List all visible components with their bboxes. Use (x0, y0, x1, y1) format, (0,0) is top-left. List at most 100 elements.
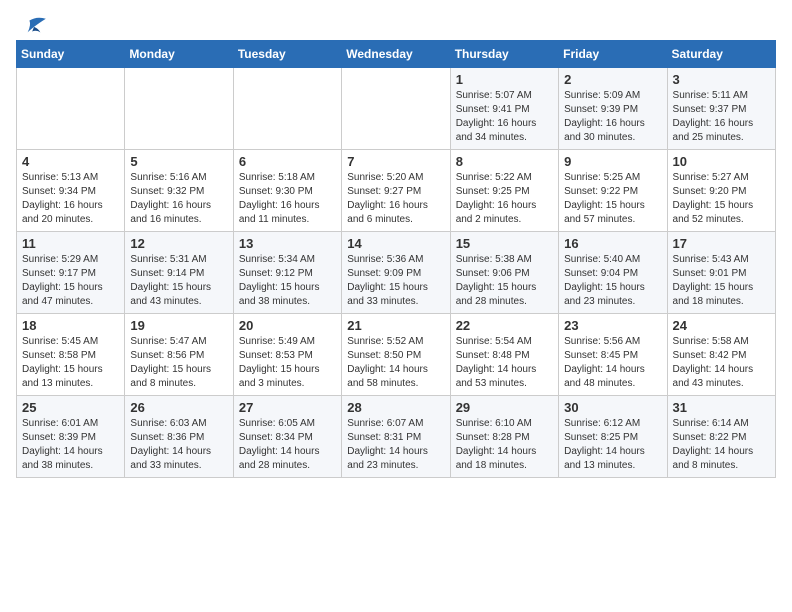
day-info: Sunrise: 6:10 AM Sunset: 8:28 PM Dayligh… (456, 417, 553, 473)
day-info: Sunrise: 5:36 AM Sunset: 9:09 PM Dayligh… (347, 253, 444, 309)
calendar-cell: 15 Sunrise: 5:38 AM Sunset: 9:06 PM Dayli… (450, 232, 558, 314)
calendar-cell: 5 Sunrise: 5:16 AM Sunset: 9:32 PM Daylig… (125, 150, 233, 232)
day-info: Sunrise: 6:05 AM Sunset: 8:34 PM Dayligh… (239, 417, 336, 473)
calendar-cell: 8 Sunrise: 5:22 AM Sunset: 9:25 PM Daylig… (450, 150, 558, 232)
day-info: Sunrise: 6:14 AM Sunset: 8:22 PM Dayligh… (673, 417, 770, 473)
day-number: 21 (347, 318, 444, 333)
day-header-sunday: Sunday (17, 41, 125, 68)
calendar-cell: 12 Sunrise: 5:31 AM Sunset: 9:14 PM Dayli… (125, 232, 233, 314)
day-number: 27 (239, 400, 336, 415)
day-number: 6 (239, 154, 336, 169)
calendar-cell: 16 Sunrise: 5:40 AM Sunset: 9:04 PM Dayli… (559, 232, 667, 314)
day-number: 23 (564, 318, 661, 333)
calendar-cell (17, 68, 125, 150)
day-info: Sunrise: 6:01 AM Sunset: 8:39 PM Dayligh… (22, 417, 119, 473)
day-number: 2 (564, 72, 661, 87)
calendar-cell: 18 Sunrise: 5:45 AM Sunset: 8:58 PM Dayli… (17, 314, 125, 396)
day-number: 9 (564, 154, 661, 169)
day-number: 20 (239, 318, 336, 333)
calendar-cell: 20 Sunrise: 5:49 AM Sunset: 8:53 PM Dayli… (233, 314, 341, 396)
calendar-cell (342, 68, 450, 150)
calendar-cell: 11Sunrise: 5:29 AM Sunset: 9:17 PM Dayli… (17, 232, 125, 314)
day-info: Sunrise: 5:45 AM Sunset: 8:58 PM Dayligh… (22, 335, 119, 391)
day-info: Sunrise: 5:11 AM Sunset: 9:37 PM Dayligh… (673, 89, 770, 145)
day-info: Sunrise: 5:27 AM Sunset: 9:20 PM Dayligh… (673, 171, 770, 227)
calendar-cell: 19 Sunrise: 5:47 AM Sunset: 8:56 PM Dayli… (125, 314, 233, 396)
calendar-cell (233, 68, 341, 150)
day-number: 1 (456, 72, 553, 87)
day-info: Sunrise: 6:07 AM Sunset: 8:31 PM Dayligh… (347, 417, 444, 473)
day-info: Sunrise: 5:13 AM Sunset: 9:34 PM Dayligh… (22, 171, 119, 227)
calendar-cell: 6 Sunrise: 5:18 AM Sunset: 9:30 PM Daylig… (233, 150, 341, 232)
day-number: 25 (22, 400, 119, 415)
calendar-cell: 28 Sunrise: 6:07 AM Sunset: 8:31 PM Dayli… (342, 396, 450, 478)
calendar-cell: 29 Sunrise: 6:10 AM Sunset: 8:28 PM Dayli… (450, 396, 558, 478)
day-number: 15 (456, 236, 553, 251)
day-info: Sunrise: 5:58 AM Sunset: 8:42 PM Dayligh… (673, 335, 770, 391)
day-number: 14 (347, 236, 444, 251)
calendar-cell: 4 Sunrise: 5:13 AM Sunset: 9:34 PM Daylig… (17, 150, 125, 232)
day-number: 5 (130, 154, 227, 169)
page-header (16, 16, 776, 32)
day-info: Sunrise: 6:12 AM Sunset: 8:25 PM Dayligh… (564, 417, 661, 473)
calendar-cell: 21Sunrise: 5:52 AM Sunset: 8:50 PM Dayli… (342, 314, 450, 396)
calendar-cell: 31Sunrise: 6:14 AM Sunset: 8:22 PM Dayli… (667, 396, 775, 478)
calendar-cell (125, 68, 233, 150)
day-info: Sunrise: 5:54 AM Sunset: 8:48 PM Dayligh… (456, 335, 553, 391)
day-number: 17 (673, 236, 770, 251)
calendar-cell: 13Sunrise: 5:34 AM Sunset: 9:12 PM Dayli… (233, 232, 341, 314)
day-info: Sunrise: 5:49 AM Sunset: 8:53 PM Dayligh… (239, 335, 336, 391)
day-info: Sunrise: 5:34 AM Sunset: 9:12 PM Dayligh… (239, 253, 336, 309)
day-number: 28 (347, 400, 444, 415)
calendar-cell: 7 Sunrise: 5:20 AM Sunset: 9:27 PM Daylig… (342, 150, 450, 232)
day-header-wednesday: Wednesday (342, 41, 450, 68)
calendar-cell: 23 Sunrise: 5:56 AM Sunset: 8:45 PM Dayli… (559, 314, 667, 396)
day-header-monday: Monday (125, 41, 233, 68)
logo-bird-icon (20, 16, 48, 36)
day-number: 16 (564, 236, 661, 251)
day-info: Sunrise: 5:16 AM Sunset: 9:32 PM Dayligh… (130, 171, 227, 227)
day-number: 24 (673, 318, 770, 333)
day-info: Sunrise: 5:07 AM Sunset: 9:41 PM Dayligh… (456, 89, 553, 145)
day-info: Sunrise: 5:43 AM Sunset: 9:01 PM Dayligh… (673, 253, 770, 309)
day-number: 18 (22, 318, 119, 333)
calendar-cell: 27 Sunrise: 6:05 AM Sunset: 8:34 PM Dayli… (233, 396, 341, 478)
day-number: 26 (130, 400, 227, 415)
day-info: Sunrise: 6:03 AM Sunset: 8:36 PM Dayligh… (130, 417, 227, 473)
day-header-tuesday: Tuesday (233, 41, 341, 68)
day-info: Sunrise: 5:40 AM Sunset: 9:04 PM Dayligh… (564, 253, 661, 309)
day-info: Sunrise: 5:47 AM Sunset: 8:56 PM Dayligh… (130, 335, 227, 391)
day-info: Sunrise: 5:29 AM Sunset: 9:17 PM Dayligh… (22, 253, 119, 309)
calendar-cell: 2 Sunrise: 5:09 AM Sunset: 9:39 PM Daylig… (559, 68, 667, 150)
calendar-cell: 25 Sunrise: 6:01 AM Sunset: 8:39 PM Dayli… (17, 396, 125, 478)
day-number: 3 (673, 72, 770, 87)
calendar-cell: 26 Sunrise: 6:03 AM Sunset: 8:36 PM Dayli… (125, 396, 233, 478)
day-number: 4 (22, 154, 119, 169)
day-info: Sunrise: 5:22 AM Sunset: 9:25 PM Dayligh… (456, 171, 553, 227)
day-number: 19 (130, 318, 227, 333)
day-number: 12 (130, 236, 227, 251)
day-number: 10 (673, 154, 770, 169)
calendar-cell: 1 Sunrise: 5:07 AM Sunset: 9:41 PM Daylig… (450, 68, 558, 150)
calendar-cell: 9 Sunrise: 5:25 AM Sunset: 9:22 PM Daylig… (559, 150, 667, 232)
day-number: 8 (456, 154, 553, 169)
day-number: 30 (564, 400, 661, 415)
day-info: Sunrise: 5:20 AM Sunset: 9:27 PM Dayligh… (347, 171, 444, 227)
calendar-cell: 24 Sunrise: 5:58 AM Sunset: 8:42 PM Dayli… (667, 314, 775, 396)
day-info: Sunrise: 5:18 AM Sunset: 9:30 PM Dayligh… (239, 171, 336, 227)
day-info: Sunrise: 5:31 AM Sunset: 9:14 PM Dayligh… (130, 253, 227, 309)
day-info: Sunrise: 5:25 AM Sunset: 9:22 PM Dayligh… (564, 171, 661, 227)
day-header-saturday: Saturday (667, 41, 775, 68)
day-header-thursday: Thursday (450, 41, 558, 68)
day-info: Sunrise: 5:09 AM Sunset: 9:39 PM Dayligh… (564, 89, 661, 145)
day-number: 29 (456, 400, 553, 415)
calendar-cell: 14 Sunrise: 5:36 AM Sunset: 9:09 PM Dayli… (342, 232, 450, 314)
day-header-friday: Friday (559, 41, 667, 68)
logo (16, 16, 48, 32)
calendar-table: SundayMondayTuesdayWednesdayThursdayFrid… (16, 40, 776, 478)
day-info: Sunrise: 5:56 AM Sunset: 8:45 PM Dayligh… (564, 335, 661, 391)
day-number: 7 (347, 154, 444, 169)
calendar-cell: 10 Sunrise: 5:27 AM Sunset: 9:20 PM Dayli… (667, 150, 775, 232)
calendar-cell: 22Sunrise: 5:54 AM Sunset: 8:48 PM Dayli… (450, 314, 558, 396)
day-info: Sunrise: 5:38 AM Sunset: 9:06 PM Dayligh… (456, 253, 553, 309)
